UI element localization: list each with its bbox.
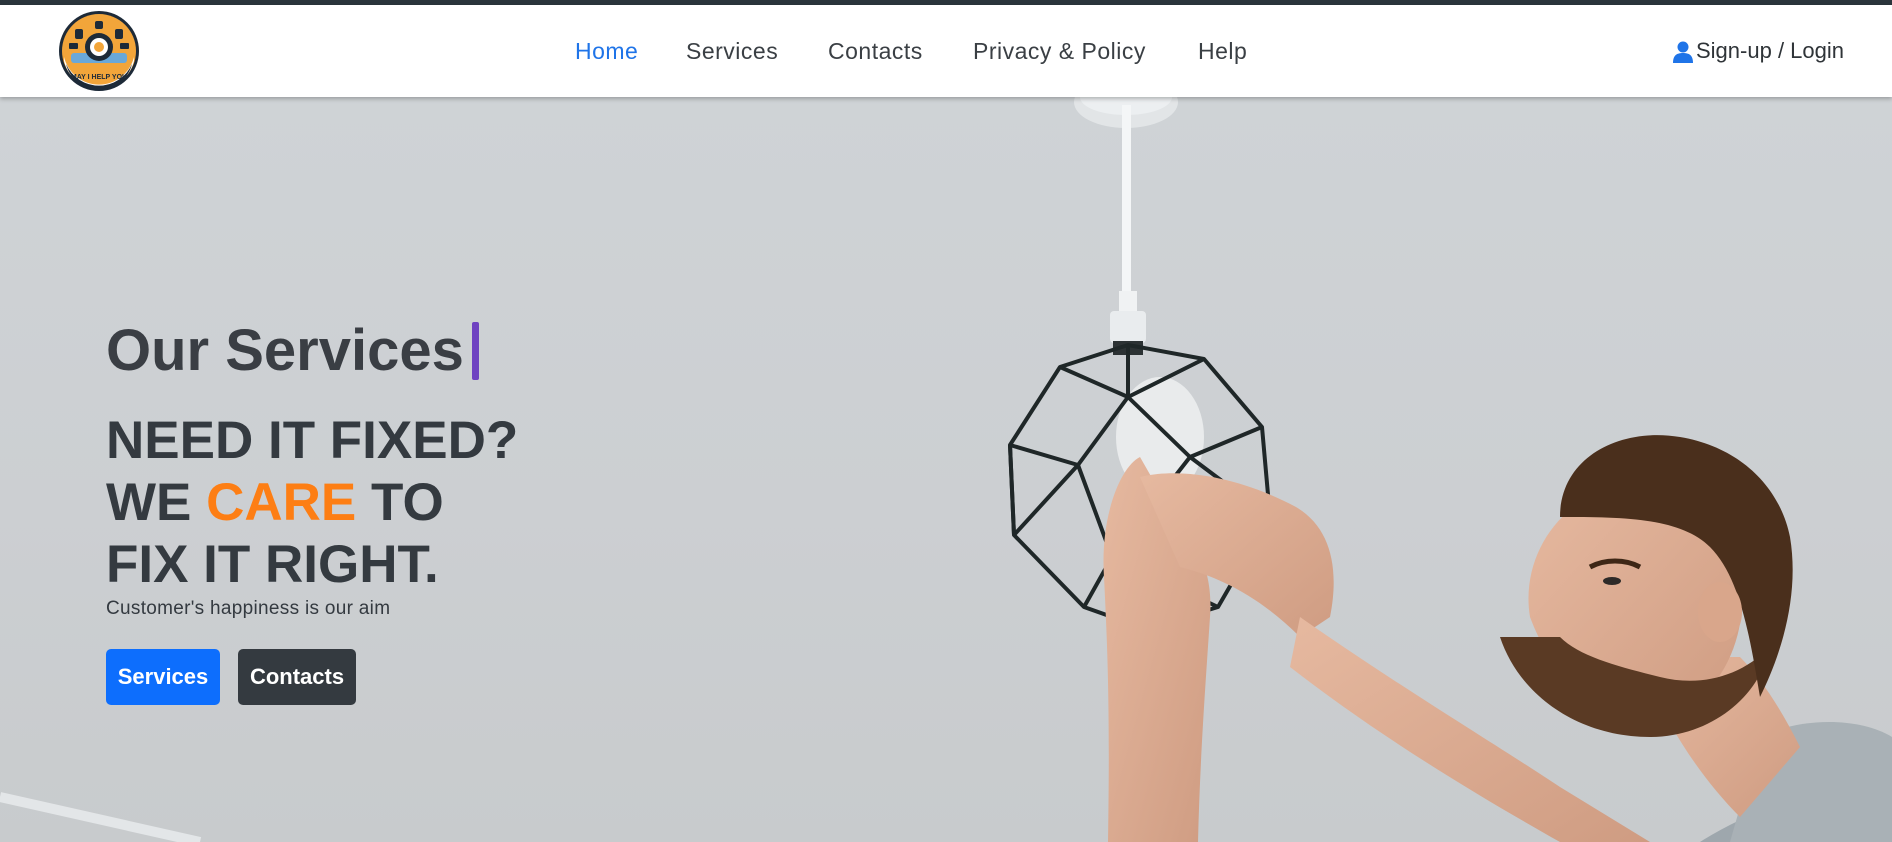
typing-caret [471, 321, 479, 380]
nav-link-home[interactable]: Home [575, 38, 638, 65]
headline-line-3: FIX IT RIGHT. [106, 535, 439, 594]
nav-link-help[interactable]: Help [1198, 38, 1247, 65]
nav-link-contacts[interactable]: Contacts [828, 38, 923, 65]
nav-links: Home Services Contacts Privacy & Policy … [0, 5, 1892, 97]
user-icon [1673, 41, 1693, 63]
nav-link-services[interactable]: Services [686, 38, 778, 65]
typing-heading: Our Services [106, 317, 479, 384]
hero-headline: NEED IT FIXED? WE CARE TO FIX IT RIGHT. [106, 410, 518, 596]
login-label: Sign-up / Login [1696, 38, 1844, 63]
typing-heading-text: Our Services [106, 318, 464, 383]
contacts-button[interactable]: Contacts [238, 649, 356, 705]
navbar: MAY I HELP YOU Home Services Contacts Pr… [0, 5, 1892, 97]
hero-tagline: Customer's happiness is our aim [106, 598, 391, 619]
nav-link-privacy-policy[interactable]: Privacy & Policy [973, 38, 1146, 65]
hero-text: Our Services NEED IT FIXED? WE CARE TO F… [106, 97, 806, 842]
headline-accent-word: CARE [206, 473, 357, 532]
login-link[interactable]: Sign-up / Login [1672, 38, 1844, 64]
headline-line-1: NEED IT FIXED? [106, 411, 519, 470]
hero-section: Our Services NEED IT FIXED? WE CARE TO F… [0, 97, 1892, 842]
headline-line-2: WE CARE TO [106, 473, 444, 532]
services-button[interactable]: Services [106, 649, 220, 705]
